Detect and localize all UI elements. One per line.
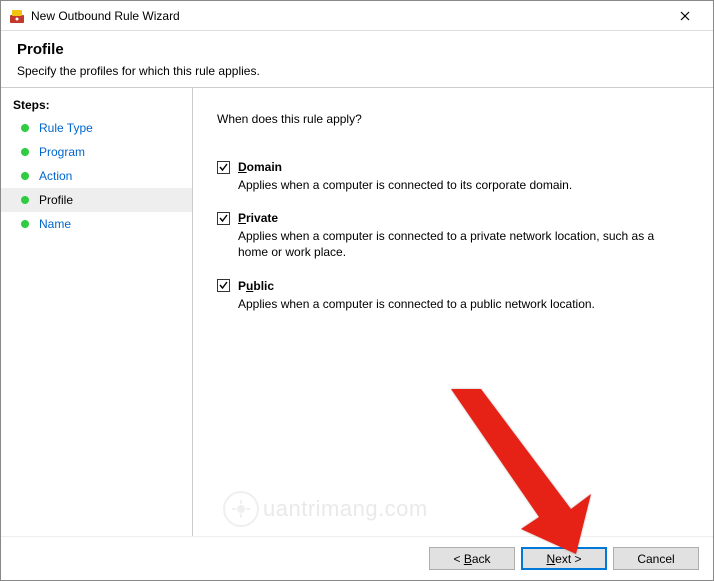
steps-sidebar: Steps: Rule Type Program Action Profile … <box>1 88 193 536</box>
window-title: New Outbound Rule Wizard <box>31 9 665 23</box>
bullet-icon <box>21 196 29 204</box>
bullet-icon <box>21 220 29 228</box>
checkbox-domain[interactable] <box>217 161 230 174</box>
step-profile[interactable]: Profile <box>1 188 192 212</box>
content-pane: When does this rule apply? Domain Applie… <box>193 88 713 536</box>
page-subtitle: Specify the profiles for which this rule… <box>17 64 697 78</box>
steps-heading: Steps: <box>1 94 192 116</box>
question-text: When does this rule apply? <box>217 112 689 126</box>
close-button[interactable] <box>665 2 705 30</box>
desc-public: Applies when a computer is connected to … <box>238 296 678 312</box>
label-domain: Domain <box>238 160 282 174</box>
option-domain: Domain Applies when a computer is connec… <box>217 160 689 193</box>
label-public: Public <box>238 279 274 293</box>
bullet-icon <box>21 148 29 156</box>
wizard-header: Profile Specify the profiles for which t… <box>1 31 713 90</box>
checkbox-public[interactable] <box>217 279 230 292</box>
wizard-footer: < Back Next > Cancel <box>1 536 713 580</box>
option-public: Public Applies when a computer is connec… <box>217 279 689 312</box>
back-button[interactable]: < Back <box>429 547 515 570</box>
step-name[interactable]: Name <box>1 212 192 236</box>
app-icon <box>9 8 25 24</box>
titlebar: New Outbound Rule Wizard <box>1 1 713 31</box>
cancel-button[interactable]: Cancel <box>613 547 699 570</box>
label-private: Private <box>238 211 278 225</box>
bullet-icon <box>21 172 29 180</box>
checkbox-private[interactable] <box>217 212 230 225</box>
step-action[interactable]: Action <box>1 164 192 188</box>
step-rule-type[interactable]: Rule Type <box>1 116 192 140</box>
page-title: Profile <box>17 41 697 58</box>
option-private: Private Applies when a computer is conne… <box>217 211 689 260</box>
bullet-icon <box>21 124 29 132</box>
desc-private: Applies when a computer is connected to … <box>238 228 678 260</box>
desc-domain: Applies when a computer is connected to … <box>238 177 678 193</box>
next-button[interactable]: Next > <box>521 547 607 570</box>
step-program[interactable]: Program <box>1 140 192 164</box>
